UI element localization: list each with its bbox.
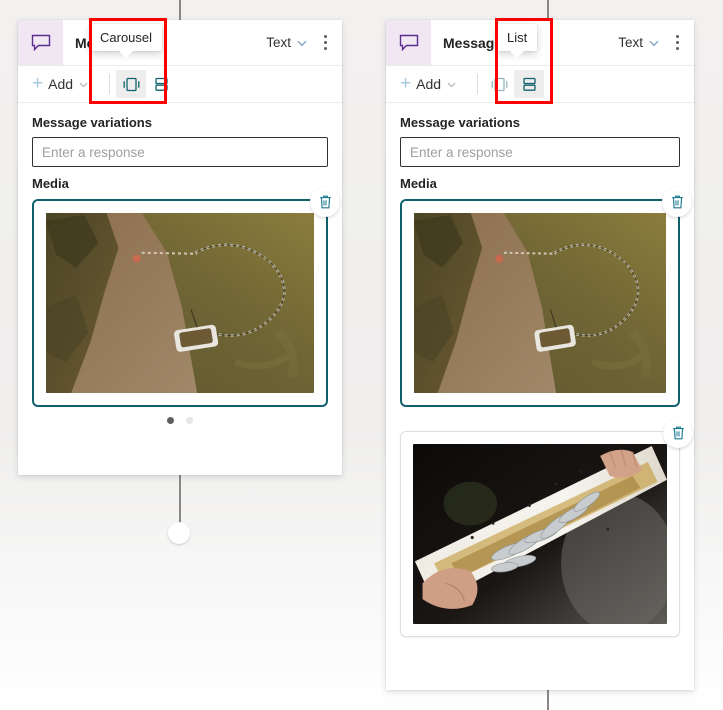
media-label: Media [400,176,437,191]
trash-icon[interactable] [310,187,340,217]
node-toolbar: + Add [18,66,342,103]
kebab-menu-icon[interactable] [668,32,686,54]
node-toolbar: + Add [386,66,694,103]
carousel-layout-icon[interactable] [116,70,147,98]
node-type-label: Text [266,35,291,50]
carousel-dot-inactive[interactable] [186,417,193,424]
chevron-down-icon[interactable] [648,37,660,49]
list-layout-icon[interactable] [514,70,545,98]
node-body: Message variations Media [18,103,342,475]
add-button[interactable]: + Add [394,73,471,95]
carousel-dot-active[interactable] [167,417,174,424]
chat-bubble-icon [18,20,63,65]
message-node-carousel[interactable]: Message Text + Add [18,20,342,475]
chevron-down-icon[interactable] [78,79,89,90]
add-button-label: Add [416,76,442,92]
chevron-down-icon[interactable] [446,79,457,90]
response-input[interactable] [400,137,680,167]
trash-icon[interactable] [662,187,692,217]
toolbar-separator [477,74,479,94]
response-input[interactable] [32,137,328,167]
plus-icon: + [400,73,412,94]
plus-icon: + [32,73,44,94]
carousel-layout-icon[interactable] [484,70,514,98]
node-body: Message variations Media [386,103,694,690]
list-layout-icon[interactable] [146,70,176,98]
media-card[interactable] [400,418,693,637]
node-header-actions: Text [266,32,334,54]
media-thumbnail-aerial-boat-shoreline [46,213,314,393]
node-type-label: Text [618,35,643,50]
list-tooltip-label: List [507,30,528,45]
node-header: Message Text [18,20,342,66]
toolbar-separator [109,74,111,94]
message-variations-label: Message variations [400,115,520,130]
media-thumbnail-fish-in-trough [413,444,667,624]
node-header: Message Text [386,20,694,66]
carousel-dots[interactable] [32,417,328,424]
node-header-actions: Text [618,32,686,54]
carousel-tooltip: Carousel [90,24,163,58]
media-card[interactable] [400,187,692,407]
connector-line-right-bottom [547,690,549,710]
chat-bubble-icon [386,20,431,65]
flow-canvas: Message Text + Add [0,0,723,710]
connector-line-left-top [179,0,181,20]
media-card[interactable] [32,187,340,407]
carousel-tooltip-label: Carousel [100,30,153,45]
message-variations-label: Message variations [32,115,152,130]
add-button-label: Add [48,76,74,92]
connector-node-left[interactable] [168,522,190,544]
trash-icon[interactable] [663,418,693,448]
message-node-list[interactable]: Message Text + Add Message variations En… [386,20,694,690]
media-label: Media [32,176,69,191]
list-tooltip: List [497,24,538,58]
chevron-down-icon[interactable] [296,37,308,49]
add-button[interactable]: + Add [26,73,103,95]
kebab-menu-icon[interactable] [316,32,334,54]
connector-line-right-top [547,0,549,20]
media-thumbnail-aerial-boat-shoreline [414,213,666,393]
